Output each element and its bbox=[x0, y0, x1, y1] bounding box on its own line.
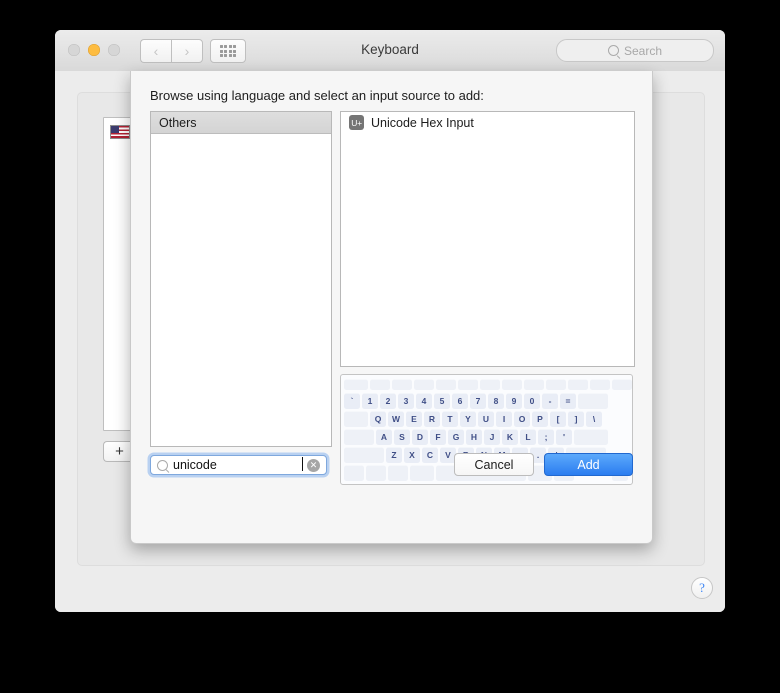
key-backslash: \ bbox=[586, 411, 602, 427]
key-f11 bbox=[590, 379, 610, 390]
key-d: D bbox=[412, 429, 428, 445]
key-8: 8 bbox=[488, 393, 504, 409]
search-icon bbox=[607, 45, 619, 56]
key-f4 bbox=[436, 379, 456, 390]
toolbar-search-placeholder: Search bbox=[623, 43, 663, 58]
cancel-button[interactable]: Cancel bbox=[454, 453, 534, 476]
key-f: F bbox=[430, 429, 446, 445]
key-f2 bbox=[392, 379, 412, 390]
key-1: 1 bbox=[362, 393, 378, 409]
key-capslock bbox=[344, 429, 374, 445]
key-c: C bbox=[422, 447, 438, 463]
key-w: W bbox=[388, 411, 404, 427]
key-f6 bbox=[480, 379, 500, 390]
key-backtick: ` bbox=[344, 393, 360, 409]
key-l: L bbox=[520, 429, 536, 445]
key-tab bbox=[344, 411, 368, 427]
key-esc bbox=[344, 379, 368, 390]
key-k: K bbox=[502, 429, 518, 445]
key-delete bbox=[578, 393, 608, 409]
key-y: Y bbox=[460, 411, 476, 427]
search-icon bbox=[157, 459, 168, 471]
key-6: 6 bbox=[452, 393, 468, 409]
key-0: 0 bbox=[524, 393, 540, 409]
key-f7 bbox=[502, 379, 522, 390]
key-f10 bbox=[568, 379, 588, 390]
preferences-content: U.S. + − Show input menu in menu bar ? B… bbox=[55, 71, 725, 612]
key-f3 bbox=[414, 379, 434, 390]
key-equals: = bbox=[560, 393, 576, 409]
keyboard-row-function bbox=[344, 379, 632, 390]
key-f5 bbox=[458, 379, 478, 390]
add-input-source-sheet: Browse using language and select an inpu… bbox=[130, 71, 653, 544]
keyboard-row-number: ` 1 2 3 4 5 6 7 8 9 0 - = bbox=[344, 393, 629, 409]
key-control bbox=[366, 465, 386, 481]
key-option-left bbox=[388, 465, 408, 481]
key-h: H bbox=[466, 429, 482, 445]
search-input[interactable]: unicode ✕ bbox=[150, 455, 327, 475]
question-mark-icon: ? bbox=[699, 580, 705, 595]
key-minus: - bbox=[542, 393, 558, 409]
key-s: S bbox=[394, 429, 410, 445]
plus-icon: + bbox=[115, 443, 124, 460]
language-list-panel[interactable]: Others bbox=[150, 111, 332, 447]
us-flag-icon bbox=[110, 125, 130, 139]
key-i: I bbox=[496, 411, 512, 427]
search-input-value: unicode bbox=[173, 457, 303, 472]
window-titlebar: ‹ › Keyboard Search bbox=[55, 30, 725, 72]
key-z: Z bbox=[386, 447, 402, 463]
key-e: E bbox=[406, 411, 422, 427]
key-7: 7 bbox=[470, 393, 486, 409]
key-9: 9 bbox=[506, 393, 522, 409]
key-bracket-left: [ bbox=[550, 411, 566, 427]
key-x: X bbox=[404, 447, 420, 463]
keyboard-row-top: Q W E R T Y U I O P [ ] \ bbox=[344, 411, 629, 427]
toolbar-search-field[interactable]: Search bbox=[556, 39, 714, 62]
key-q: Q bbox=[370, 411, 386, 427]
keyboard-preferences-window: ‹ › Keyboard Search U.S. bbox=[55, 30, 725, 612]
key-shift-left bbox=[344, 447, 384, 463]
keyboard-row-home: A S D F G H J K L ; ' bbox=[344, 429, 629, 445]
key-2: 2 bbox=[380, 393, 396, 409]
key-r: R bbox=[424, 411, 440, 427]
key-5: 5 bbox=[434, 393, 450, 409]
key-j: J bbox=[484, 429, 500, 445]
key-quote: ' bbox=[556, 429, 572, 445]
key-p: P bbox=[532, 411, 548, 427]
key-3: 3 bbox=[398, 393, 414, 409]
key-4: 4 bbox=[416, 393, 432, 409]
clear-search-icon[interactable]: ✕ bbox=[307, 458, 320, 472]
input-source-list-panel[interactable]: U+ Unicode Hex Input bbox=[340, 111, 635, 367]
key-u: U bbox=[478, 411, 494, 427]
help-button[interactable]: ? bbox=[691, 577, 713, 599]
key-g: G bbox=[448, 429, 464, 445]
key-fn bbox=[344, 465, 364, 481]
key-semicolon: ; bbox=[538, 429, 554, 445]
key-a: A bbox=[376, 429, 392, 445]
add-button-label: Add bbox=[577, 457, 600, 472]
key-bracket-right: ] bbox=[568, 411, 584, 427]
sheet-heading: Browse using language and select an inpu… bbox=[150, 88, 484, 103]
key-t: T bbox=[442, 411, 458, 427]
key-f8 bbox=[524, 379, 544, 390]
key-return bbox=[574, 429, 608, 445]
key-f12 bbox=[612, 379, 632, 390]
language-list-header: Others bbox=[151, 112, 331, 134]
key-command-left bbox=[410, 465, 434, 481]
unicode-hex-icon: U+ bbox=[349, 115, 364, 130]
input-source-option-label: Unicode Hex Input bbox=[371, 115, 474, 130]
cancel-button-label: Cancel bbox=[474, 457, 514, 472]
key-o: O bbox=[514, 411, 530, 427]
input-source-option[interactable]: U+ Unicode Hex Input bbox=[341, 112, 634, 133]
key-f9 bbox=[546, 379, 566, 390]
add-button[interactable]: Add bbox=[544, 453, 633, 476]
key-f1 bbox=[370, 379, 390, 390]
